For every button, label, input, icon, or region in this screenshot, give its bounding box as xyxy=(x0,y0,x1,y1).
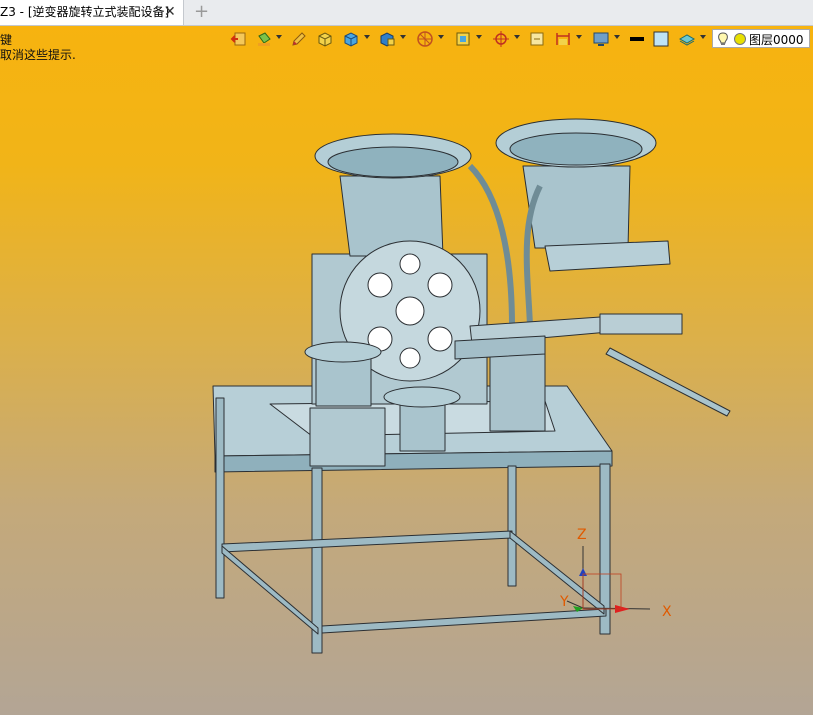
table-leg xyxy=(215,397,225,599)
axis-triad: Z X Y xyxy=(559,527,672,620)
document-tab-bar: Z3 - [逆变器旋转立式装配设备] ✕ + xyxy=(0,0,813,26)
bowl-stand xyxy=(309,407,386,467)
shelf xyxy=(544,240,671,272)
axis-z-label: Z xyxy=(577,527,587,543)
frame-rail xyxy=(221,530,513,553)
axis-y-label: Y xyxy=(559,594,569,610)
frame-rail xyxy=(321,608,607,634)
3d-viewport[interactable]: 键 取消这些提示. 图层0000 Z X Y xyxy=(0,26,813,715)
chute xyxy=(605,347,731,417)
machine-model[interactable]: Z X Y xyxy=(0,26,813,715)
small-bowl-front xyxy=(399,400,446,452)
document-tab[interactable]: Z3 - [逆变器旋转立式装配设备] ✕ xyxy=(0,0,184,25)
gripper xyxy=(599,313,683,335)
table-leg xyxy=(507,465,517,587)
axis-x-label: X xyxy=(662,604,672,620)
frame-rail xyxy=(509,530,605,615)
document-tab-title: Z3 - [逆变器旋转立式装配设备] xyxy=(0,5,170,19)
bowl-feeder-right xyxy=(522,165,631,249)
small-bowl-left xyxy=(315,355,372,407)
close-icon[interactable]: ✕ xyxy=(164,0,176,25)
frame-rail xyxy=(221,545,319,635)
add-tab-button[interactable]: + xyxy=(194,0,209,24)
